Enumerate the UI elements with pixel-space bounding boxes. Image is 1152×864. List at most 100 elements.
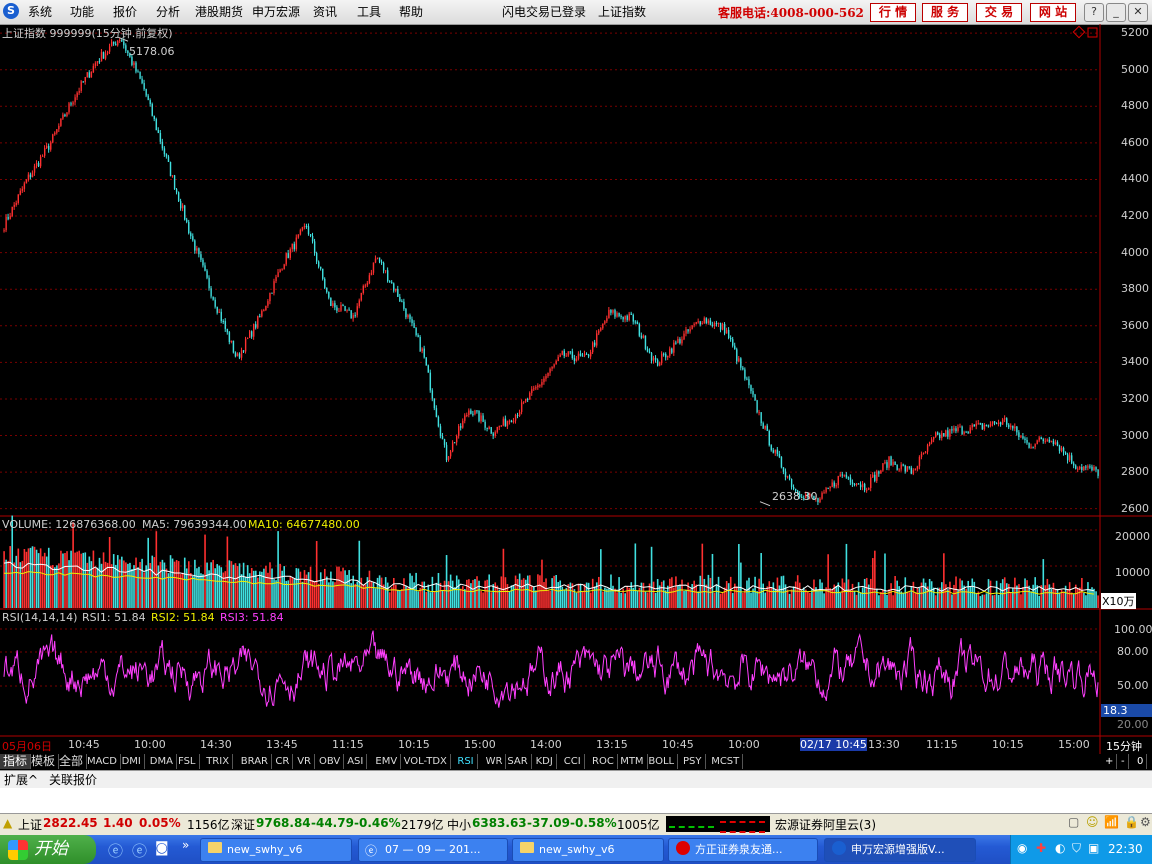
notepad-icon[interactable]: ▢: [1068, 815, 1079, 829]
taskbar-item[interactable]: 方正证券泉友通...: [668, 838, 818, 862]
help-icon[interactable]: ?: [1084, 3, 1104, 22]
volume-bar: [165, 568, 168, 608]
indicator-tab-mtm[interactable]: MTM: [617, 754, 648, 769]
indicator-tab-mcst[interactable]: MCST: [708, 754, 744, 769]
indicator-tab-全部[interactable]: 全部: [56, 754, 88, 769]
menu-system[interactable]: 系统: [28, 3, 52, 20]
taskbar-item[interactable]: new_swhy_v6: [200, 838, 352, 862]
lock-icon[interactable]: 🔒: [1124, 815, 1139, 829]
trade-button[interactable]: 交 易: [976, 3, 1022, 22]
tab-remove-button[interactable]: -: [1118, 754, 1129, 769]
tab-zero-button[interactable]: 0: [1134, 754, 1148, 769]
indicator-tab-fsl[interactable]: FSL: [175, 754, 200, 769]
tab-add-button[interactable]: +: [1102, 754, 1118, 769]
network-icon[interactable]: ▣: [1088, 841, 1099, 855]
close-icon[interactable]: ✕: [1128, 3, 1148, 22]
x-label: 13:45: [266, 738, 298, 751]
indicator-tab-rsi[interactable]: RSI: [454, 754, 478, 769]
price-candle: [1004, 418, 1006, 420]
volume-bar: [993, 594, 996, 608]
tab-related-quotes[interactable]: 关联报价: [49, 771, 97, 788]
sh-name[interactable]: 上证: [18, 816, 42, 833]
website-button[interactable]: 网 站: [1030, 3, 1076, 22]
volume-bar: [798, 582, 801, 608]
price-candle: [673, 342, 675, 353]
indicator-tab-指标[interactable]: 指标: [0, 754, 32, 769]
chevron-right-icon[interactable]: »: [182, 838, 189, 852]
tools-icon[interactable]: ⚙: [1140, 815, 1151, 829]
volume-bar: [468, 579, 470, 608]
indicator-tab-cr[interactable]: CR: [272, 754, 294, 769]
zx-name[interactable]: 中小: [447, 816, 471, 833]
price-candle: [839, 474, 842, 477]
indicator-tab-trix[interactable]: TRIX: [203, 754, 234, 769]
indicator-tab-cci[interactable]: CCI: [561, 754, 585, 769]
browser-icon[interactable]: ◙: [155, 840, 169, 856]
indicator-tab-kdj[interactable]: KDJ: [533, 754, 557, 769]
indicator-tab-boll[interactable]: BOLL: [645, 754, 679, 769]
taskbar-item[interactable]: new_swhy_v6: [512, 838, 664, 862]
tray-icon[interactable]: ◉: [1017, 841, 1027, 855]
volume-bar: [84, 552, 87, 608]
ie-icon[interactable]: ⓔ: [108, 840, 123, 861]
price-candle: [401, 301, 403, 303]
price-candle: [1060, 447, 1063, 451]
indicator-tab-wr[interactable]: WR: [483, 754, 507, 769]
price-candle: [504, 418, 507, 427]
price-candle: [179, 201, 182, 209]
menu-news[interactable]: 资讯: [313, 3, 337, 20]
indicator-tab-vr[interactable]: VR: [294, 754, 315, 769]
sz-name[interactable]: 深证: [231, 816, 255, 833]
tray-icon[interactable]: ✚: [1036, 841, 1046, 855]
taskbar-item-active[interactable]: 申万宏源增强版V...: [824, 838, 976, 862]
ie-icon[interactable]: ⓔ: [132, 840, 147, 861]
volume-bar: [338, 566, 340, 608]
volume-bar: [443, 580, 446, 608]
tray-icon[interactable]: ◐: [1055, 841, 1065, 855]
shield-icon[interactable]: ⛉: [1072, 841, 1081, 856]
service-button[interactable]: 服 务: [922, 3, 968, 22]
signal-icon[interactable]: 📶: [1104, 815, 1119, 829]
period-label[interactable]: 15分钟: [1106, 738, 1142, 754]
taskbar-item[interactable]: 07 — 09 — 201...: [358, 838, 508, 862]
menu-help[interactable]: 帮助: [399, 3, 423, 20]
menu-hk-futures[interactable]: 港股期货: [195, 3, 243, 20]
menu-quote[interactable]: 报价: [113, 3, 137, 20]
price-candle: [307, 226, 310, 234]
volume-bar: [388, 592, 391, 608]
volume-bar: [326, 576, 328, 608]
volume-bar: [405, 585, 407, 608]
chart-area[interactable]: [0, 24, 1152, 754]
indicator-tab-dma[interactable]: DMA: [147, 754, 177, 769]
indicator-tab-psy[interactable]: PSY: [680, 754, 706, 769]
broker-server[interactable]: 宏源证券阿里云(3): [775, 816, 876, 833]
indicator-tab-sar[interactable]: SAR: [504, 754, 532, 769]
volume-unit: X10万: [1101, 593, 1136, 609]
market-button[interactable]: 行 情: [870, 3, 916, 22]
smile-icon[interactable]: ☺: [1086, 815, 1099, 829]
menu-function[interactable]: 功能: [70, 3, 94, 20]
price-candle: [163, 148, 166, 155]
indicator-tab-brar[interactable]: BRAR: [238, 754, 272, 769]
price-candle: [332, 303, 334, 306]
menu-analysis[interactable]: 分析: [156, 3, 180, 20]
volume-bar: [943, 553, 945, 608]
menu-shenwan[interactable]: 申万宏源: [252, 3, 300, 20]
indicator-tab-roc[interactable]: ROC: [589, 754, 618, 769]
menu-tools[interactable]: 工具: [357, 3, 381, 20]
indicator-tab-dmi[interactable]: DMI: [119, 754, 145, 769]
volume-bar: [261, 571, 263, 608]
indicator-tab-macd[interactable]: MACD: [84, 754, 121, 769]
indicator-tab-emv[interactable]: EMV: [372, 754, 402, 769]
indicator-tab-obv[interactable]: OBV: [316, 754, 345, 769]
minimize-icon[interactable]: _: [1106, 3, 1126, 22]
blank-panel: [0, 788, 1152, 813]
indicator-tab-模板[interactable]: 模板: [28, 754, 60, 769]
volume-bar: [579, 583, 582, 608]
diamond-icon[interactable]: [1072, 25, 1086, 39]
restore-chart-icon[interactable]: [1087, 27, 1098, 38]
tab-extend[interactable]: 扩展^: [4, 771, 38, 788]
indicator-tab-asi[interactable]: ASI: [344, 754, 368, 769]
volume-bar: [736, 586, 738, 608]
indicator-tab-vol-tdx[interactable]: VOL-TDX: [401, 754, 451, 769]
